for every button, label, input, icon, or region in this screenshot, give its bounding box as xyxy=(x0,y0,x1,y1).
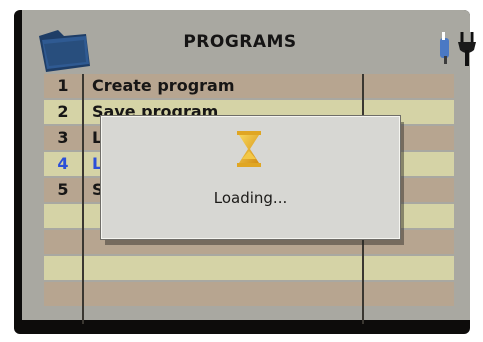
hourglass-icon xyxy=(237,131,261,167)
empty-row xyxy=(44,256,454,280)
list-item[interactable]: 1 Create program xyxy=(44,74,454,98)
program-number: 5 xyxy=(57,180,69,199)
plug-cable-icon[interactable] xyxy=(436,26,480,70)
page-title: PROGRAMS xyxy=(183,32,297,52)
loading-dialog: Loading... xyxy=(101,116,400,239)
program-number: 3 xyxy=(57,128,69,147)
program-number: 4 xyxy=(57,154,69,173)
program-number: 1 xyxy=(57,76,69,95)
loading-message: Loading... xyxy=(213,189,288,207)
program-number: 2 xyxy=(57,102,69,121)
program-label: Create program xyxy=(92,76,235,95)
column-divider xyxy=(82,74,84,324)
empty-row xyxy=(44,282,454,306)
header-bar: PROGRAMS xyxy=(12,10,476,72)
